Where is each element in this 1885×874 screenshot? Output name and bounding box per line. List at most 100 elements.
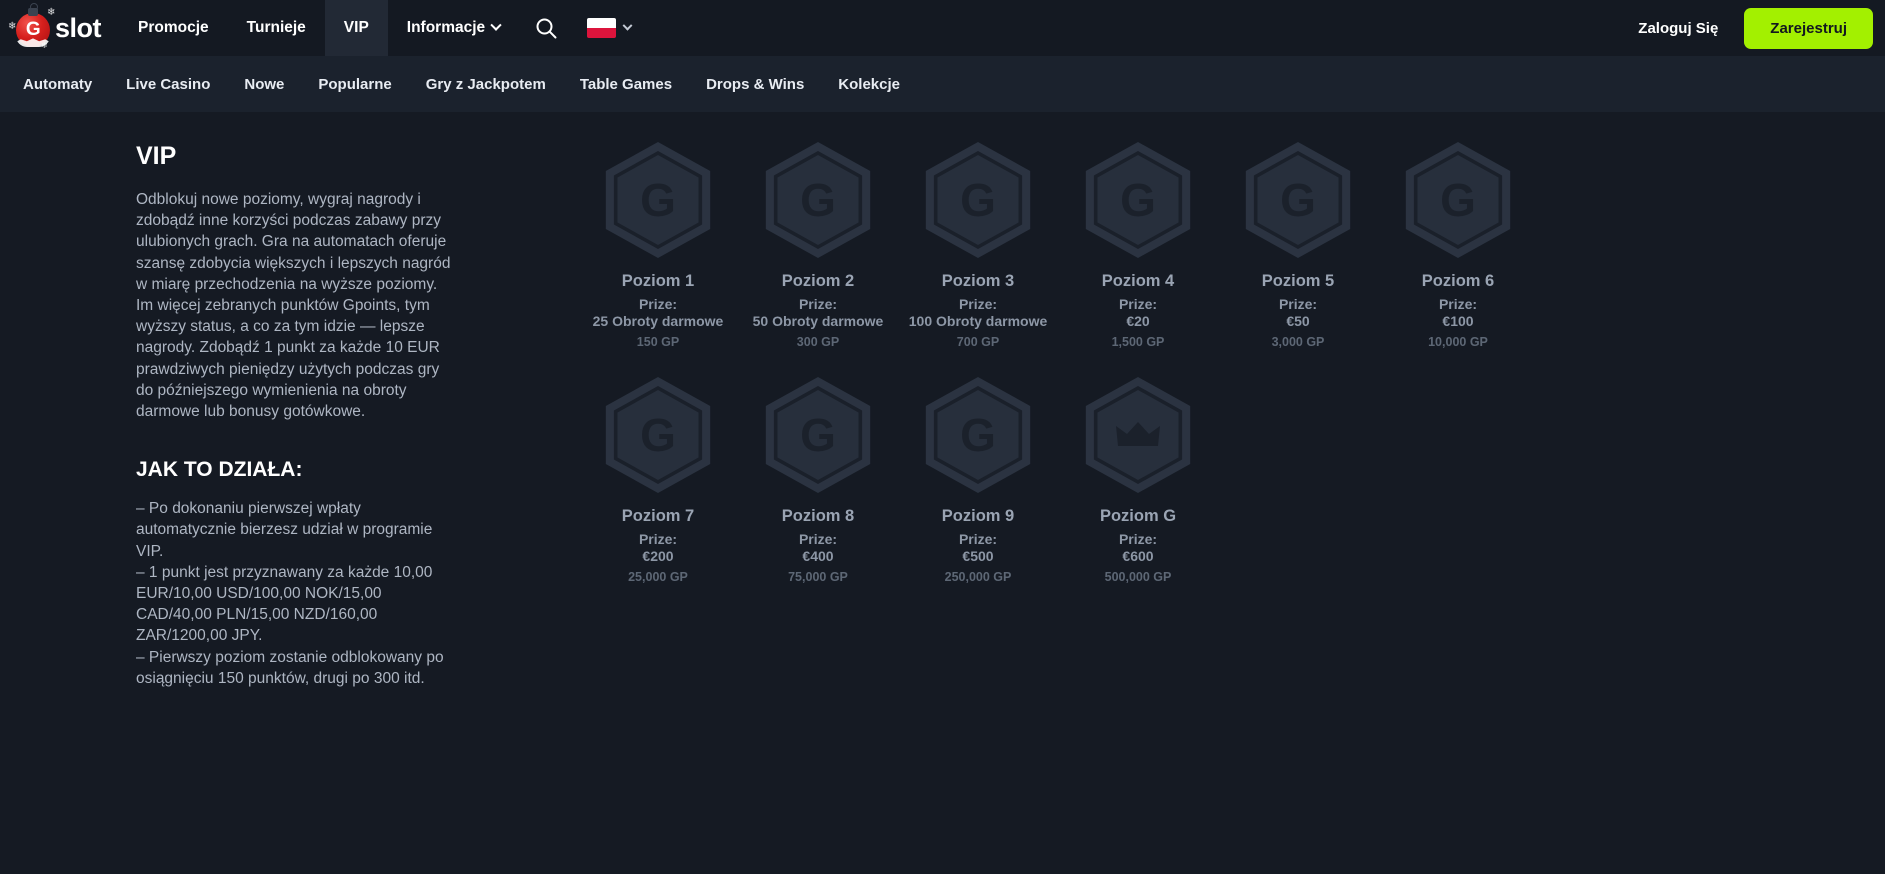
vip-levels-grid: G Poziom 1 Prize: 25 Obroty darmowe 150 … <box>536 142 1885 874</box>
g-hex-badge-icon: G <box>1080 142 1196 258</box>
site-logo[interactable]: G ❄ ❄ ❄ slot <box>0 0 119 56</box>
nav-item-label: Turnieje <box>246 19 306 36</box>
prize-label: Prize: <box>798 296 838 312</box>
vip-level-card[interactable]: G Poziom 4 Prize: €20 1,500 GP <box>1058 142 1218 349</box>
vip-level-card[interactable]: G Poziom 9 Prize: €500 250,000 GP <box>898 377 1058 584</box>
christmas-ornament-icon: G ❄ ❄ ❄ <box>8 3 56 50</box>
vip-level-card[interactable]: G Poziom 1 Prize: 25 Obroty darmowe 150 … <box>578 142 738 349</box>
vip-level-name: Poziom 8 <box>781 507 855 525</box>
vip-page-content: VIP Odblokuj nowe poziomy, wygraj nagrod… <box>0 112 1885 874</box>
howto-line: – 1 punkt jest przyznawany za każde 10,0… <box>136 563 433 645</box>
login-button[interactable]: Zaloguj Się <box>1612 20 1744 37</box>
vip-level-gp: 25,000 GP <box>628 570 688 584</box>
vip-level-name: Poziom 1 <box>621 272 695 290</box>
logo-wordmark: slot <box>55 12 102 43</box>
chevron-down-icon <box>622 20 633 31</box>
crown-hex-badge-icon <box>1080 377 1196 493</box>
snowflake-icon: ❄ <box>47 7 56 18</box>
subnav-item-live-casino[interactable]: Live Casino <box>109 76 227 93</box>
vip-level-prize: €400 <box>802 548 834 564</box>
vip-level-card[interactable]: G Poziom 8 Prize: €400 75,000 GP <box>738 377 898 584</box>
vip-level-prize: €50 <box>1286 313 1310 329</box>
g-hex-badge-icon: G <box>920 142 1036 258</box>
vip-level-name: Poziom 6 <box>1421 272 1495 290</box>
vip-level-prize: €20 <box>1126 313 1150 329</box>
prize-label: Prize: <box>1278 296 1318 312</box>
vip-level-name: Poziom G <box>1099 507 1177 525</box>
register-button[interactable]: Zarejestruj <box>1744 7 1873 49</box>
vip-level-name: Poziom 5 <box>1261 272 1335 290</box>
language-selector[interactable] <box>573 0 641 56</box>
nav-item-label: Promocje <box>138 19 209 36</box>
vip-level-name: Poziom 3 <box>941 272 1015 290</box>
flag-pl-icon <box>587 18 617 38</box>
ornament-cap-shape <box>28 3 38 16</box>
subnav-item-kolekcje[interactable]: Kolekcje <box>821 76 917 93</box>
vip-level-prize: 100 Obroty darmowe <box>908 313 1048 329</box>
account-actions: Zaloguj Się Zarejestruj <box>1612 0 1885 56</box>
top-header-bar: G ❄ ❄ ❄ slot Promocje Turnieje VIP Infor… <box>0 0 1885 56</box>
nav-item-label: VIP <box>343 19 369 36</box>
nav-item-label: Informacje <box>406 19 486 36</box>
vip-level-gp: 1,500 GP <box>1111 335 1165 349</box>
chevron-down-icon <box>490 19 502 31</box>
vip-level-prize: €200 <box>642 548 674 564</box>
subnav-item-drops-wins[interactable]: Drops & Wins <box>689 76 821 93</box>
prize-label: Prize: <box>1118 296 1158 312</box>
vip-level-gp: 75,000 GP <box>788 570 848 584</box>
howto-heading: JAK TO DZIAŁA: <box>136 458 303 482</box>
page-title: VIP <box>136 142 177 170</box>
g-hex-badge-icon: G <box>760 142 876 258</box>
vip-level-prize: €600 <box>1122 548 1154 564</box>
vip-levels-row-2: G Poziom 7 Prize: €200 25,000 GP G Pozio… <box>578 377 1885 584</box>
vip-level-card[interactable]: G Poziom 2 Prize: 50 Obroty darmowe 300 … <box>738 142 898 349</box>
nav-item-informacje[interactable]: Informacje <box>388 0 519 56</box>
subnav-item-gry-z-jackpotem[interactable]: Gry z Jackpotem <box>409 76 563 93</box>
vip-text-column: VIP Odblokuj nowe poziomy, wygraj nagrod… <box>136 142 536 874</box>
vip-intro-paragraph: Odblokuj nowe poziomy, wygraj nagrody i … <box>136 191 451 421</box>
prize-label: Prize: <box>638 531 678 547</box>
vip-level-card[interactable]: Poziom G Prize: €600 500,000 GP <box>1058 377 1218 584</box>
vip-level-prize: 50 Obroty darmowe <box>752 313 884 329</box>
snowflake-icon: ❄ <box>8 21 17 32</box>
prize-label: Prize: <box>958 531 998 547</box>
g-hex-badge-icon: G <box>1400 142 1516 258</box>
vip-level-card[interactable]: G Poziom 6 Prize: €100 10,000 GP <box>1378 142 1538 349</box>
vip-level-name: Poziom 9 <box>941 507 1015 525</box>
prize-label: Prize: <box>638 296 678 312</box>
g-hex-badge-icon: G <box>600 142 716 258</box>
vip-level-gp: 250,000 GP <box>944 570 1012 584</box>
category-navigation: Automaty Live Casino Nowe Popularne Gry … <box>0 56 1885 112</box>
vip-level-gp: 500,000 GP <box>1104 570 1172 584</box>
vip-level-gp: 150 GP <box>636 335 680 349</box>
subnav-item-automaty[interactable]: Automaty <box>6 76 109 93</box>
vip-level-gp: 700 GP <box>956 335 1000 349</box>
vip-level-card[interactable]: G Poziom 7 Prize: €200 25,000 GP <box>578 377 738 584</box>
g-hex-badge-icon: G <box>760 377 876 493</box>
vip-level-name: Poziom 2 <box>781 272 855 290</box>
howto-line: – Pierwszy poziom zostanie odblokowany p… <box>136 648 444 687</box>
nav-item-turnieje[interactable]: Turnieje <box>228 0 325 56</box>
prize-label: Prize: <box>958 296 998 312</box>
subnav-item-nowe[interactable]: Nowe <box>227 76 301 93</box>
logo-letter: G <box>25 19 41 40</box>
g-hex-badge-icon: G <box>1240 142 1356 258</box>
vip-level-prize: 25 Obroty darmowe <box>592 313 724 329</box>
vip-level-name: Poziom 4 <box>1101 272 1175 290</box>
search-icon <box>536 18 557 39</box>
howto-line: – Po dokonaniu pierwszej wpłaty automaty… <box>136 500 433 560</box>
vip-level-gp: 300 GP <box>796 335 840 349</box>
vip-level-card[interactable]: G Poziom 3 Prize: 100 Obroty darmowe 700… <box>898 142 1058 349</box>
crown-icon <box>1116 422 1160 446</box>
subnav-item-popularne[interactable]: Popularne <box>301 76 408 93</box>
nav-item-promocje[interactable]: Promocje <box>119 0 228 56</box>
vip-level-name: Poziom 7 <box>621 507 695 525</box>
nav-item-vip[interactable]: VIP <box>324 0 388 56</box>
vip-level-gp: 10,000 GP <box>1428 335 1488 349</box>
prize-label: Prize: <box>798 531 838 547</box>
vip-level-card[interactable]: G Poziom 5 Prize: €50 3,000 GP <box>1218 142 1378 349</box>
search-button[interactable] <box>519 0 573 56</box>
g-hex-badge-icon: G <box>600 377 716 493</box>
vip-level-prize: €500 <box>962 548 994 564</box>
subnav-item-table-games[interactable]: Table Games <box>563 76 689 93</box>
